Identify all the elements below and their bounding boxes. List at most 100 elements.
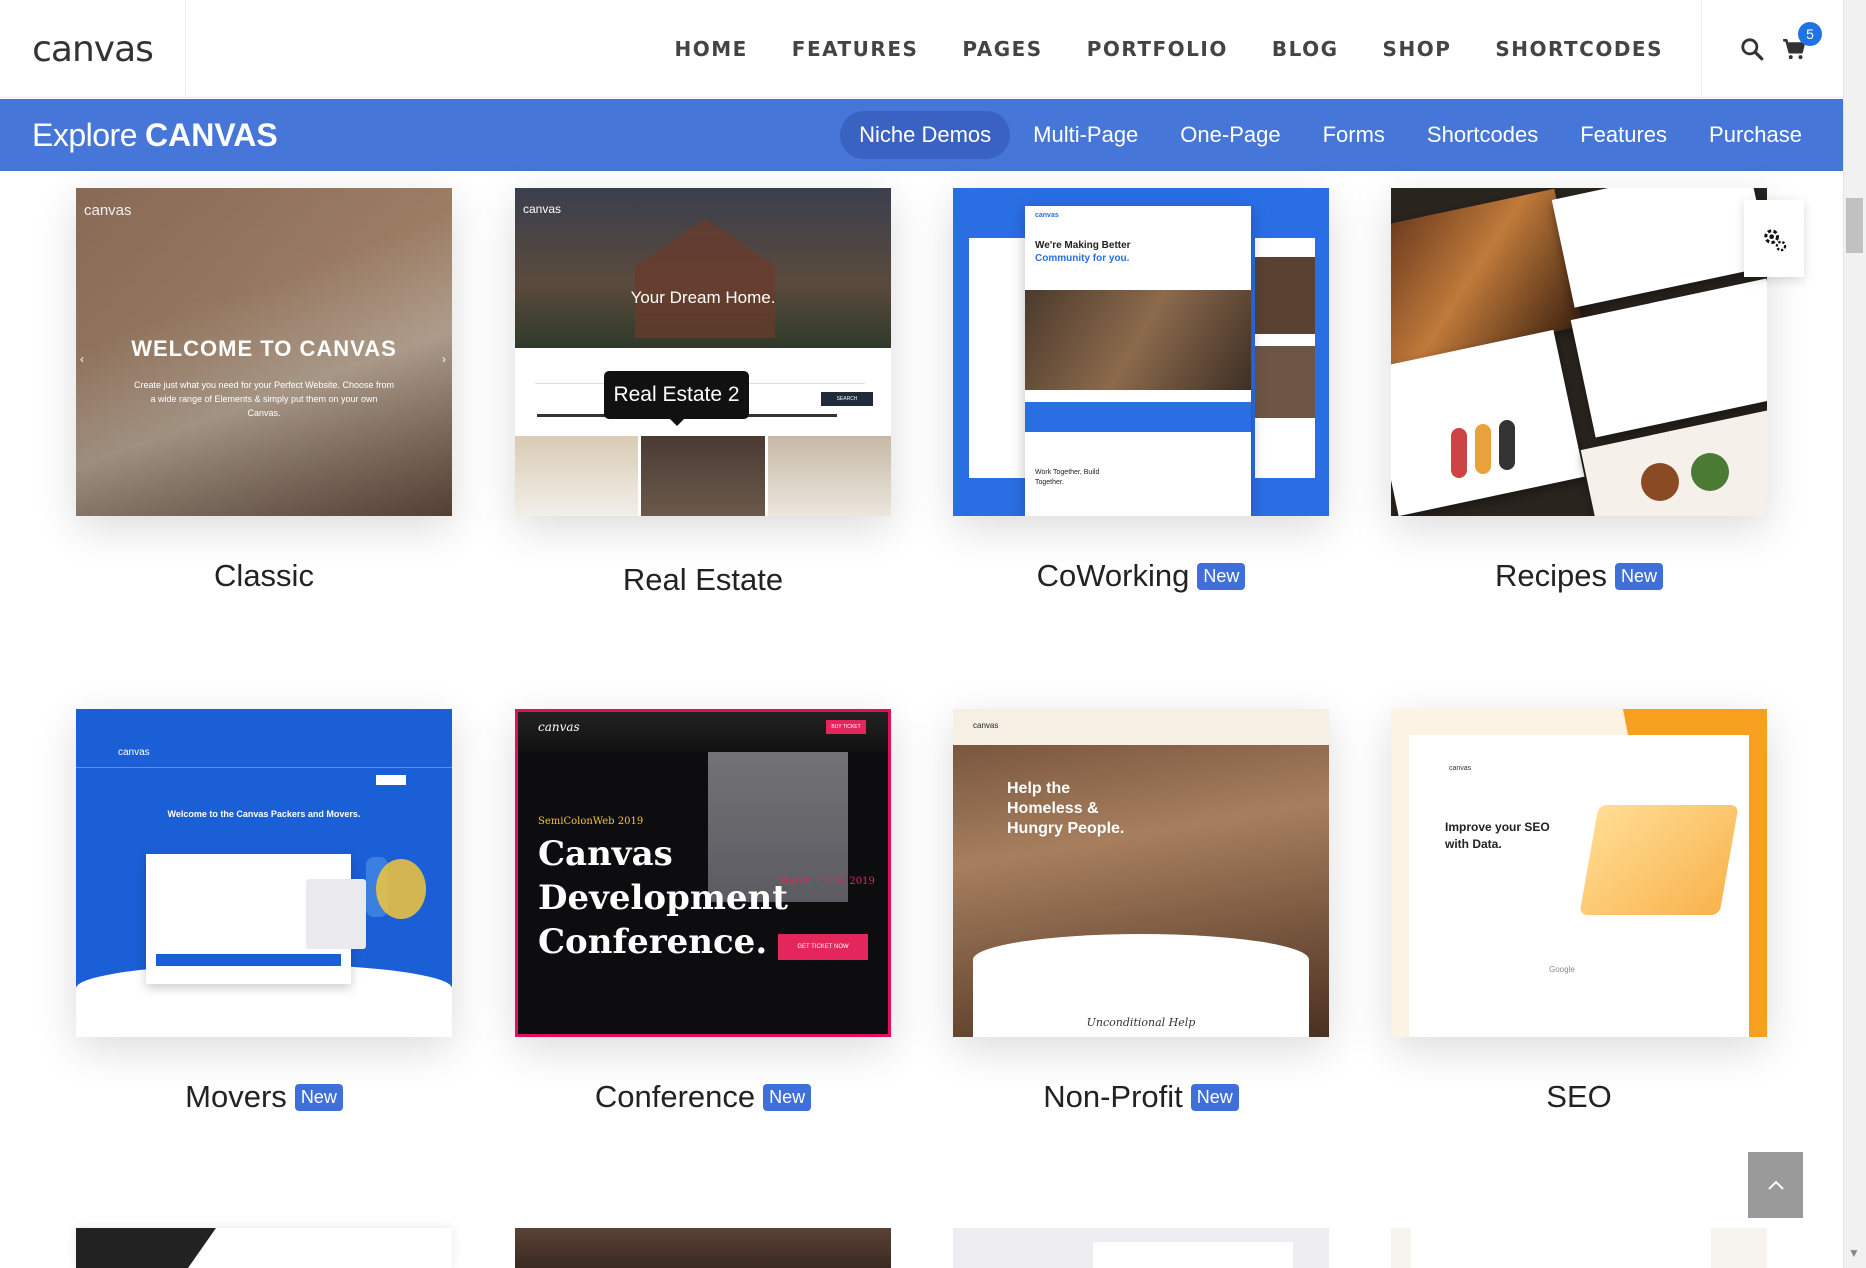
thumb-content: Unconditional Help: [973, 934, 1309, 1037]
style-switcher-button[interactable]: [1744, 200, 1804, 277]
demo-title-text: Non-Profit: [1043, 1079, 1183, 1114]
thumb-logo: canvas: [523, 202, 562, 216]
thumb-heading: Canvas Development Conference.: [538, 834, 788, 962]
scrollbar-thumb[interactable]: [1846, 198, 1863, 253]
thumb-panel: [1391, 329, 1585, 516]
demo-title[interactable]: Real Estate: [515, 562, 891, 598]
demo-thumbnail[interactable]: canvas Your Dream Home. SEARCH Real Esta…: [515, 188, 891, 516]
tab-niche-demos[interactable]: Niche Demos: [840, 111, 1011, 159]
demo-thumbnail[interactable]: canvas We're Making Better Community for…: [953, 188, 1329, 516]
thumb-logo: canvas: [118, 747, 150, 758]
cart-count-badge: 5: [1798, 22, 1822, 46]
explore-title: Explore CANVAS: [32, 99, 278, 171]
demo-title-text: Real Estate: [622, 562, 784, 597]
thumb-heading: Community for you.: [1035, 253, 1130, 264]
thumb-side-page: [969, 238, 1029, 478]
thumb-nav: canvas: [523, 202, 883, 216]
thumb-page: canvas Improve your SEO with Data. Googl…: [1409, 735, 1749, 1037]
demo-card-partial[interactable]: [515, 1228, 891, 1268]
scroll-down-arrow-icon[interactable]: ▼: [1848, 1246, 1860, 1260]
demo-title-text: Recipes: [1494, 558, 1607, 593]
nav-shop[interactable]: SHOP: [1383, 37, 1452, 61]
demo-thumbnail[interactable]: canvas BUY TICKET SemiColonWeb 2019 Canv…: [515, 709, 891, 1037]
demo-tooltip: Real Estate 2: [604, 371, 749, 426]
page-scrollbar[interactable]: [1843, 0, 1866, 1268]
site-logo[interactable]: canvas: [0, 0, 186, 98]
thumb-heading: WELCOME TO CANVAS: [131, 336, 397, 361]
thumb-food: [1475, 424, 1491, 474]
thumb-subheading: Unconditional Help: [1086, 1016, 1196, 1029]
demo-title[interactable]: CoWorking New: [953, 558, 1329, 594]
demo-title-text: SEO: [1546, 1079, 1612, 1114]
new-badge: New: [294, 1083, 343, 1111]
thumb-client-logo: Google: [1549, 965, 1575, 974]
new-badge: New: [763, 1083, 812, 1111]
nav-home[interactable]: HOME: [674, 37, 747, 61]
tab-forms[interactable]: Forms: [1304, 111, 1404, 159]
thumb-food: [1641, 463, 1679, 501]
thumb-logo: canvas: [1035, 212, 1059, 219]
thumb-heading: We're Making Better: [1035, 240, 1131, 251]
explore-bar: Explore CANVAS Niche Demos Multi-Page On…: [0, 99, 1843, 171]
demo-thumbnail[interactable]: canvas Improve your SEO with Data. Googl…: [1391, 709, 1767, 1037]
thumb-side-page: [1255, 238, 1315, 478]
thumb-food: [1451, 428, 1467, 478]
demo-title[interactable]: Classic: [76, 558, 452, 594]
thumb-ticket-button: GET TICKET NOW: [778, 934, 868, 960]
demo-thumbnail[interactable]: canvas Help the Homeless & Hungry People…: [953, 709, 1329, 1037]
nav-pages[interactable]: PAGES: [962, 37, 1042, 61]
explore-nav: Niche Demos Multi-Page One-Page Forms Sh…: [840, 111, 1821, 159]
thumb-logo: canvas: [1449, 765, 1472, 772]
explore-title-brand: CANVAS: [145, 116, 278, 153]
demo-thumbnail[interactable]: canvas Welcome to the Canvas Packers and…: [76, 709, 452, 1037]
demo-card-partial[interactable]: [76, 1228, 452, 1268]
thumb-date: March 17-19, 2019: [778, 876, 875, 887]
tab-purchase[interactable]: Purchase: [1690, 111, 1821, 159]
search-icon[interactable]: [1739, 36, 1765, 62]
nav-blog[interactable]: BLOG: [1272, 37, 1339, 61]
nav-features[interactable]: FEATURES: [792, 37, 919, 61]
tab-one-page[interactable]: One-Page: [1161, 111, 1299, 159]
gears-icon: [1764, 228, 1787, 251]
demo-title-text: Classic: [214, 558, 314, 593]
thumb-heading: Help the Homeless & Hungry People.: [1007, 780, 1125, 837]
chevron-up-icon: [1767, 1180, 1784, 1190]
demo-thumbnail[interactable]: canvas WELCOME TO CANVAS Create just wha…: [76, 188, 452, 516]
thumb-search-button: SEARCH: [821, 392, 873, 406]
demo-title-text: Movers: [185, 1079, 287, 1114]
thumb-listings: [515, 436, 891, 516]
thumb-tag: SemiColonWeb 2019: [538, 816, 644, 827]
slider-next-icon: ›: [442, 352, 446, 366]
tab-multi-page[interactable]: Multi-Page: [1014, 111, 1157, 159]
thumb-panel: [1570, 278, 1767, 438]
demo-title[interactable]: Non-Profit New: [953, 1079, 1329, 1115]
new-badge: New: [1197, 562, 1246, 590]
back-to-top-button[interactable]: [1748, 1152, 1803, 1218]
new-badge: New: [1190, 1083, 1239, 1111]
demo-thumbnail[interactable]: [1391, 188, 1767, 516]
tab-features[interactable]: Features: [1561, 111, 1686, 159]
demo-title[interactable]: Movers New: [76, 1079, 452, 1115]
demo-title[interactable]: Conference New: [515, 1079, 891, 1115]
nav-portfolio[interactable]: PORTFOLIO: [1087, 37, 1228, 61]
thumb-subheading: Work Together, Build Together.: [1035, 469, 1100, 486]
demo-title-text: Conference: [594, 1079, 756, 1114]
thumb-logo: canvas: [973, 721, 999, 730]
new-badge: New: [1614, 562, 1663, 590]
tab-shortcodes[interactable]: Shortcodes: [1408, 111, 1557, 159]
demo-card-partial[interactable]: [953, 1228, 1329, 1268]
slider-prev-icon: ‹: [80, 352, 84, 366]
demo-title[interactable]: Recipes New: [1391, 558, 1767, 594]
explore-title-prefix: Explore: [32, 116, 138, 153]
thumb-heading: Improve your SEO with Data.: [1445, 820, 1550, 851]
demo-title[interactable]: SEO: [1391, 1079, 1767, 1115]
thumb-text: Create just what you need for your Perfe…: [134, 380, 394, 418]
demo-card-partial[interactable]: [1391, 1228, 1767, 1268]
header-divider: [1701, 0, 1702, 98]
thumb-illustration: [1579, 805, 1739, 915]
thumb-buy-button: BUY TICKET: [826, 720, 866, 734]
site-header: canvas HOME FEATURES PAGES PORTFOLIO BLO…: [0, 0, 1843, 98]
nav-shortcodes[interactable]: SHORTCODES: [1495, 37, 1663, 61]
thumb-food: [1691, 453, 1729, 491]
thumb-office-image: [1025, 290, 1251, 390]
